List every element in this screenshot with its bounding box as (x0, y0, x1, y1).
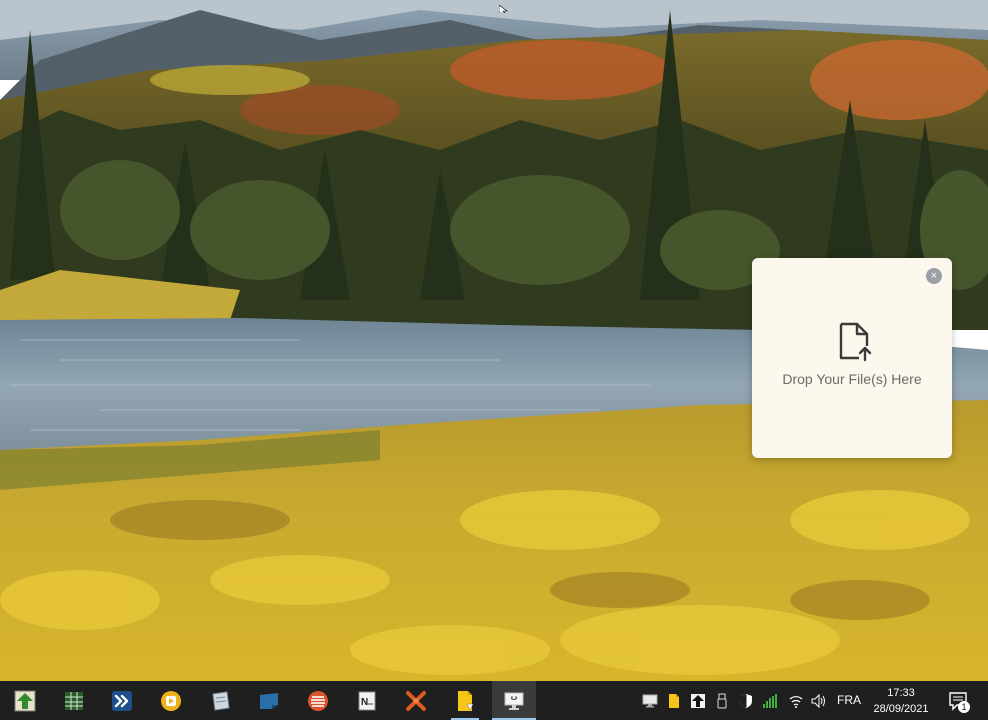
notebook-icon: N (358, 691, 376, 710)
taskbar-app-file-manager[interactable] (443, 681, 487, 720)
drop-instructions: Drop Your File(s) Here (782, 371, 922, 387)
blue-arrows-icon (112, 690, 132, 711)
action-center-button[interactable]: 1 (944, 687, 972, 715)
tray-up-arrow-icon[interactable] (690, 693, 706, 709)
system-clock[interactable]: 17:33 28/09/2021 (866, 685, 936, 717)
taskbar-app-notepad[interactable] (198, 681, 242, 720)
tray-signal-bars-icon[interactable] (762, 693, 778, 709)
tray-usb-icon[interactable] (714, 693, 730, 709)
tray-volume-icon[interactable] (810, 693, 826, 709)
spreadsheet-icon (65, 691, 83, 710)
file-upload-icon (837, 322, 873, 362)
yellow-file-icon (458, 690, 474, 711)
tray-security-shield-icon[interactable] (738, 693, 754, 709)
taskbar-app-active-window[interactable] (492, 681, 536, 720)
taskbar: N FRA 17:33 28/09/2021 1 (0, 681, 988, 720)
clock-time: 17:33 (887, 687, 915, 699)
taskbar-app-tools[interactable] (394, 681, 438, 720)
svg-text:N: N (361, 697, 368, 708)
taskbar-app-notes[interactable] (247, 681, 291, 720)
close-button[interactable]: × (926, 268, 942, 284)
taskbar-app-list[interactable] (296, 681, 340, 720)
mouse-cursor-icon (498, 0, 509, 18)
taskbar-app-up-arrow[interactable] (3, 681, 47, 720)
crossed-tools-icon (406, 690, 426, 711)
green-up-arrow-icon (14, 690, 36, 711)
taskbar-app-notebook[interactable]: N (345, 681, 389, 720)
stacked-lines-icon (308, 690, 328, 711)
file-drop-zone[interactable]: × Drop Your File(s) Here (752, 258, 952, 458)
tray-file-icon[interactable] (666, 693, 682, 709)
paper-icon (212, 690, 230, 711)
taskbar-app-media-player[interactable] (149, 681, 193, 720)
sticky-note-icon (260, 692, 278, 709)
taskbar-app-spreadsheet[interactable] (52, 681, 96, 720)
taskbar-app-remote[interactable] (100, 681, 144, 720)
tray-wifi-icon[interactable] (788, 693, 804, 709)
monitor-icon (504, 692, 524, 710)
clock-date: 28/09/2021 (873, 703, 929, 715)
language-indicator[interactable]: FRA (836, 681, 862, 720)
notification-count-badge: 1 (958, 701, 970, 713)
tray-display-icon[interactable] (642, 693, 658, 709)
play-circle-icon (161, 690, 181, 711)
